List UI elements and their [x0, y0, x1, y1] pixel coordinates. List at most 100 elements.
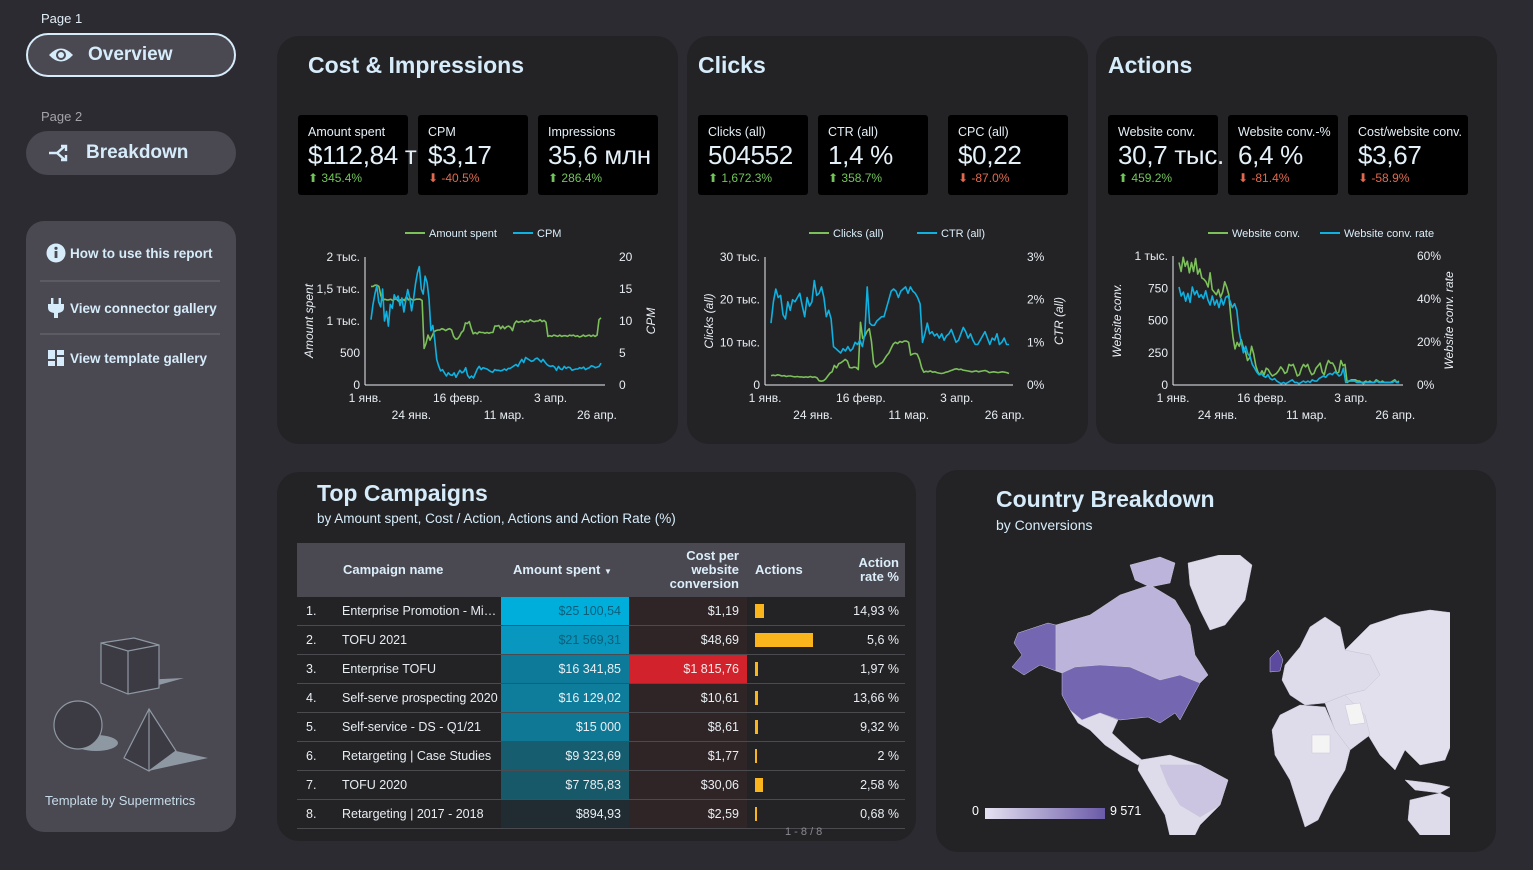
kpi-value: $3,17	[428, 140, 492, 170]
table-row[interactable]: 3. Enterprise TOFU $16 341,85 $1 815,76 1,97…	[297, 655, 905, 684]
campaign-name: Enterprise TOFU	[342, 662, 437, 676]
y-right-tick-label: 0	[619, 378, 626, 392]
col-action-rate[interactable]: Action rate %	[849, 556, 899, 584]
country-uk	[1269, 649, 1284, 673]
x-tick-label: 3 апр.	[1334, 391, 1367, 405]
series-line-cpm	[370, 265, 602, 379]
nav-overview-label: Overview	[88, 44, 173, 65]
legend-label: CPM	[537, 228, 561, 240]
actions-bar-cell	[755, 597, 835, 625]
pagination[interactable]: 1 - 8 / 8	[785, 826, 822, 838]
amount-spent: $7 785,83	[501, 771, 629, 799]
y-left-tick-label: 10 тыс.	[720, 335, 760, 349]
y-left-tick-label: 1 тыс.	[327, 314, 360, 328]
kpi-clicks: Clicks (all) 504552 ⬆ 1,672.3%	[698, 115, 808, 195]
y-right-tick-label: 10	[619, 314, 633, 328]
connector-gallery-link[interactable]: View connector gallery	[46, 298, 217, 318]
x-tick-label: 3 апр.	[534, 391, 567, 405]
col-amount-spent[interactable]: Amount spent ▼	[513, 563, 612, 579]
kpi-delta: ⬆ 459.2%	[1118, 171, 1173, 185]
col-campaign-name[interactable]: Campaign name	[343, 563, 443, 577]
table-row[interactable]: 6. Retargeting | Case Studies $9 323,69 $1,…	[297, 742, 905, 771]
plug-icon	[46, 298, 66, 318]
nav-breakdown-button[interactable]: Breakdown	[26, 131, 236, 175]
table-row[interactable]: 2. TOFU 2021 $21 569,31 $48,69 5,6 %	[297, 626, 905, 655]
actions-bar	[755, 720, 759, 734]
table-row[interactable]: 8. Retargeting | 2017 - 2018 $894,93 $2,59 0…	[297, 800, 905, 829]
campaigns-table: Campaign name Amount spent ▼ Cost per we…	[297, 543, 905, 829]
col-cost-per-conversion[interactable]: Cost per website conversion	[657, 549, 739, 591]
legend-label: Website conv.	[1232, 228, 1300, 240]
cost-per-conversion: $10,61	[629, 684, 747, 712]
amount-spent: $9 323,69	[501, 742, 629, 770]
table-row[interactable]: 4. Self-serve prospecting 2020 $16 129,02 $…	[297, 684, 905, 713]
row-index: 1.	[306, 604, 317, 618]
nav-overview-button[interactable]: Overview	[26, 33, 236, 77]
table-header: Campaign name Amount spent ▼ Cost per we…	[297, 543, 905, 597]
kpi-label: Clicks (all)	[708, 125, 766, 139]
row-index: 2.	[306, 633, 317, 647]
indonesia	[1404, 779, 1450, 794]
table-row[interactable]: 7. TOFU 2020 $7 785,83 $30,06 2,58 %	[297, 771, 905, 800]
connector-gallery-label: View connector gallery	[70, 300, 217, 316]
template-gallery-link[interactable]: View template gallery	[46, 348, 207, 368]
action-rate: 2 %	[877, 749, 899, 763]
y-left-tick-label: 500	[1148, 314, 1168, 328]
x-tick-label: 24 янв.	[392, 408, 432, 422]
arrow-up-icon: ⬆	[828, 171, 842, 185]
table-row[interactable]: 1. Enterprise Promotion - Mic... $25 100,5…	[297, 597, 905, 626]
actions-bar	[755, 633, 813, 647]
how-to-use-label: How to use this report	[70, 245, 213, 261]
kpi-cost-per-conv: Cost/website conv. $3,67 ⬇ -58.9%	[1348, 115, 1468, 195]
y-right-tick-label: 2%	[1027, 293, 1045, 307]
x-tick-label: 16 февр.	[836, 391, 886, 405]
campaign-name: Retargeting | Case Studies	[342, 749, 492, 763]
page-1-label: Page 1	[41, 11, 83, 26]
country-sudan	[1311, 734, 1331, 754]
page-2-label: Page 2	[41, 109, 83, 124]
kpi-label: Amount spent	[308, 125, 386, 139]
clicks-chart: Clicks (all) CTR (all) 0 10 тыс. 20 тыс. 30 т…	[702, 228, 1066, 422]
x-tick-label: 26 апр.	[985, 408, 1025, 422]
kpi-value: 6,4 %	[1238, 140, 1303, 170]
series-line-ctr-all-	[770, 279, 1009, 354]
legend-label: Amount spent	[429, 228, 497, 240]
action-rate: 0,68 %	[860, 807, 899, 821]
legend-label: Website conv. rate	[1344, 228, 1434, 240]
arctic-islands	[1129, 556, 1176, 588]
kpi-label: Website conv.-%	[1238, 125, 1331, 139]
eye-icon	[46, 44, 76, 66]
y-left-tick-label: 0	[353, 378, 360, 392]
col-actions[interactable]: Actions	[755, 563, 803, 577]
nav-breakdown-label: Breakdown	[86, 142, 189, 163]
kpi-delta: ⬆ 1,672.3%	[708, 171, 773, 185]
actions-bar-cell	[755, 713, 835, 741]
help-panel: How to use this report View connector ga…	[26, 221, 236, 832]
top-campaigns-title: Top Campaigns	[317, 480, 488, 506]
kpi-delta: ⬆ 358.7%	[828, 171, 883, 185]
kpi-delta: ⬇ -81.4%	[1238, 171, 1290, 185]
how-to-use-link[interactable]: How to use this report	[46, 243, 213, 263]
legend-min: 0	[972, 804, 979, 818]
amount-spent: $16 341,85	[501, 655, 629, 683]
kpi-amount-spent: Amount spent $112,84 тыс. ⬆ 345.4%	[298, 115, 455, 195]
y-right-axis-title: CPM	[644, 308, 658, 335]
arrow-up-icon: ⬆	[1118, 171, 1132, 185]
y-left-axis-title: Amount spent	[302, 283, 316, 359]
row-index: 3.	[306, 662, 317, 676]
kpi-cpc: CPC (all) $0,22 ⬇ -87.0%	[948, 115, 1068, 195]
action-rate: 2,58 %	[860, 778, 899, 792]
divider	[40, 333, 220, 335]
kpi-value: 35,6 млн	[548, 140, 651, 170]
table-row[interactable]: 5. Self-service - DS - Q1/21 $15 000 $8,61 9…	[297, 713, 905, 742]
world-map[interactable]	[1000, 555, 1450, 835]
actions-bar-cell	[755, 800, 835, 828]
action-rate: 1,97 %	[860, 662, 899, 676]
kpi-label: CTR (all)	[828, 125, 878, 139]
actions-bar-cell	[755, 626, 835, 654]
table-body: 1. Enterprise Promotion - Mic... $25 100,5…	[297, 597, 905, 829]
y-left-tick-label: 1 тыс.	[1135, 249, 1168, 263]
row-index: 6.	[306, 749, 317, 763]
legend-label: Clicks (all)	[833, 228, 884, 240]
series-line-amount-spent	[371, 284, 602, 350]
